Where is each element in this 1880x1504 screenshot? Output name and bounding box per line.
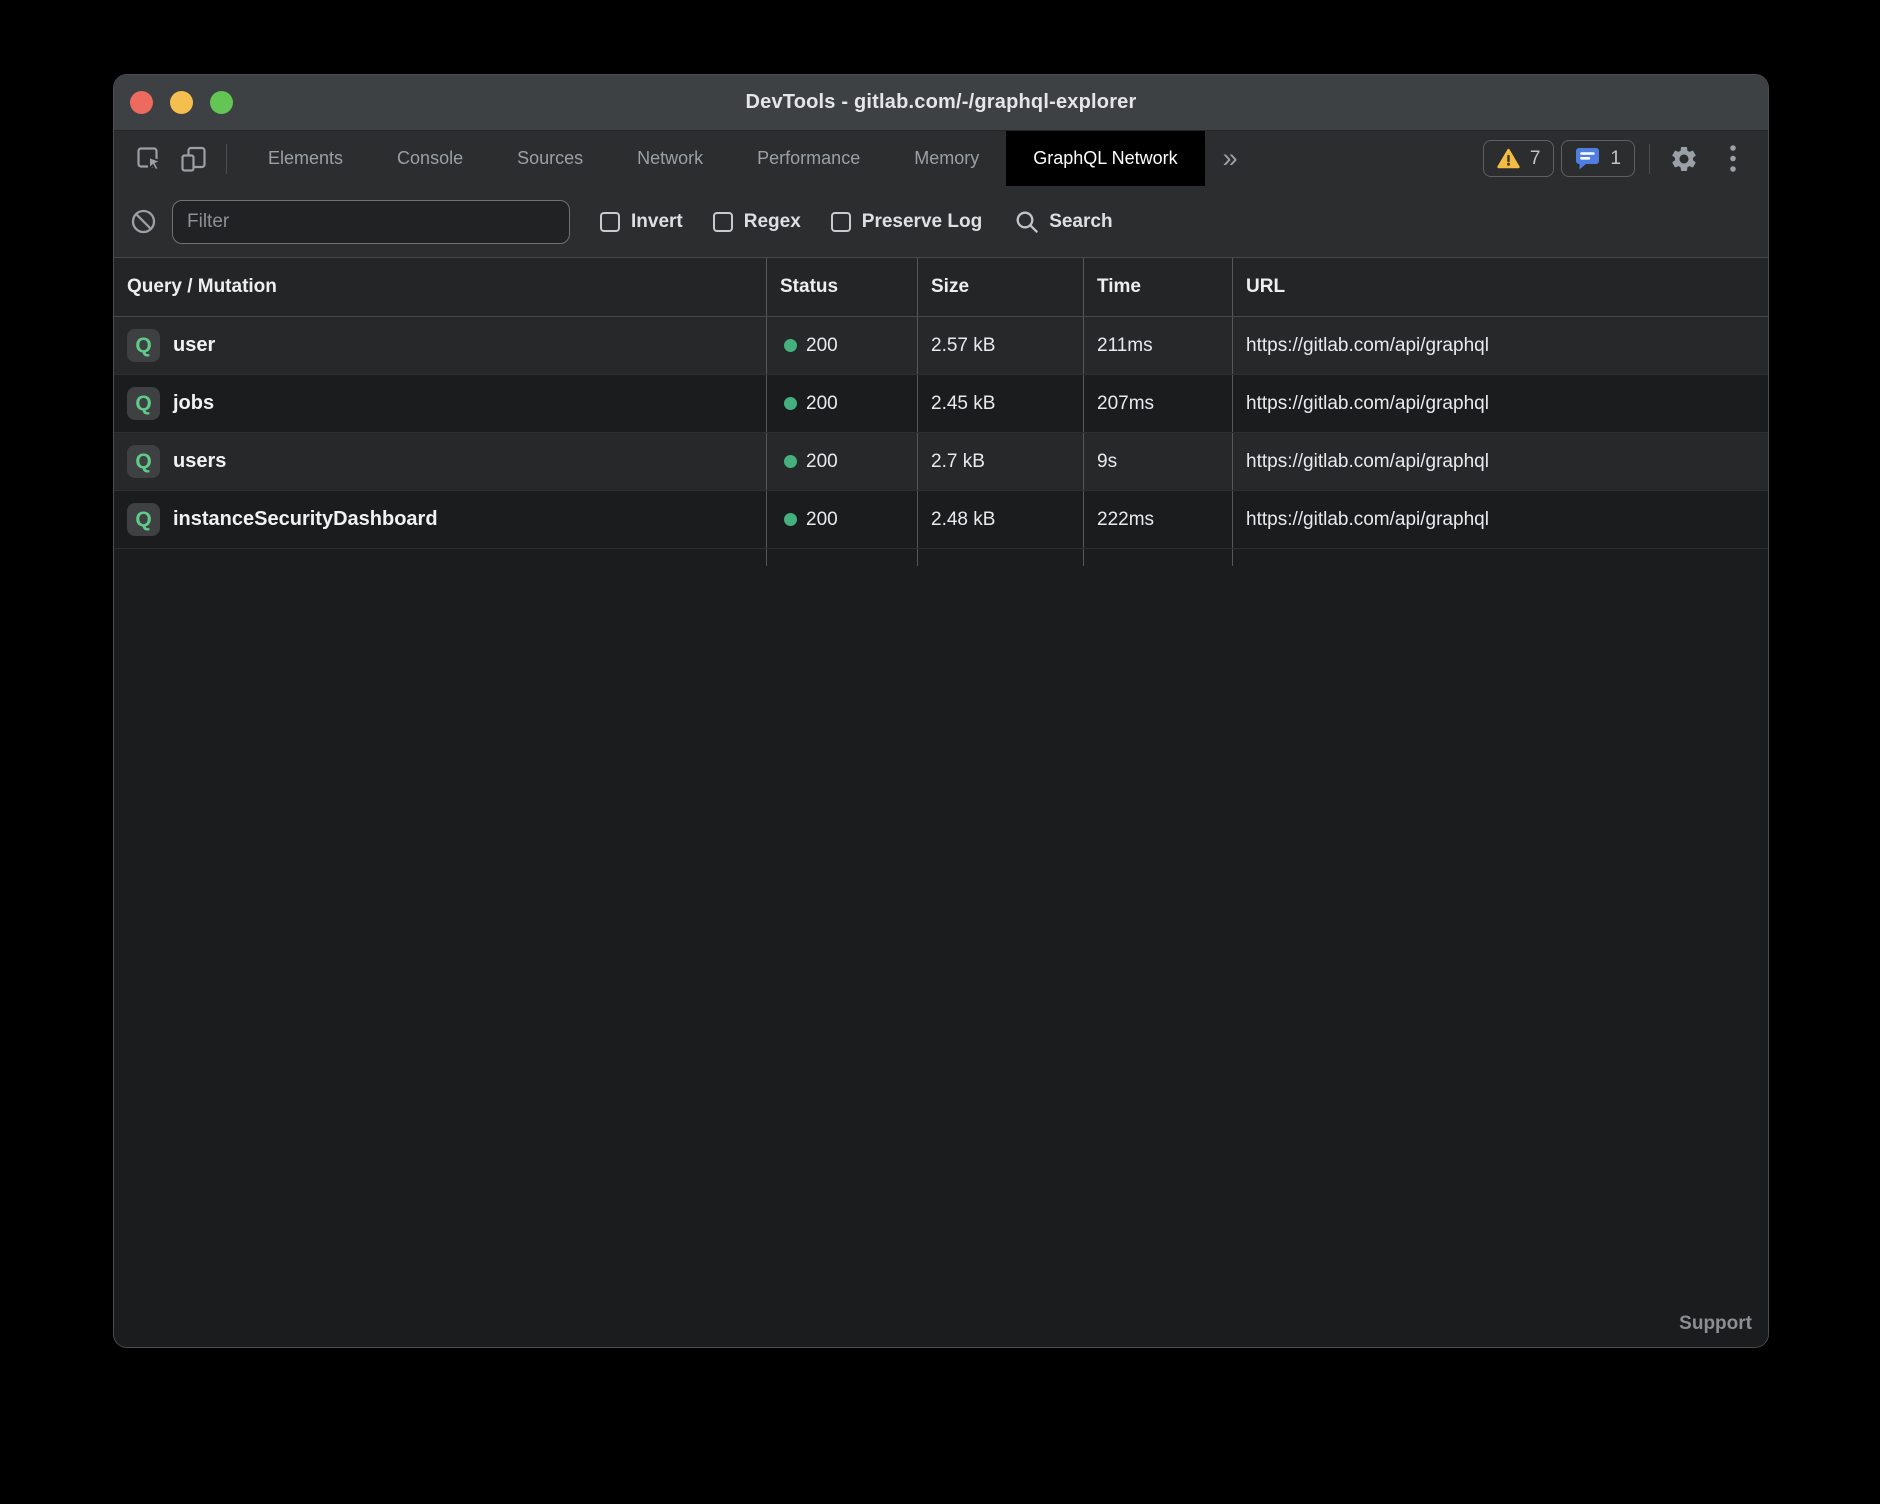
column-header-size: Size	[917, 258, 1083, 316]
search-icon	[1014, 209, 1040, 235]
query-type-badge: Q	[127, 503, 160, 536]
table-row-jobs[interactable]: Q jobs 200 2.45 kB 207ms https://gitlab.…	[114, 375, 1768, 433]
query-name: user	[173, 334, 215, 357]
toolbar-separator-right	[1649, 144, 1650, 174]
request-url: https://gitlab.com/api/graphql	[1232, 375, 1768, 432]
preserve-log-label: Preserve Log	[862, 211, 982, 233]
tab-console[interactable]: Console	[370, 131, 490, 186]
time-value: 9s	[1083, 433, 1232, 490]
toolbar-separator	[226, 144, 227, 174]
message-bubble-icon	[1575, 147, 1600, 170]
support-link[interactable]: Support	[1679, 1313, 1752, 1335]
issues-badge[interactable]: 1	[1561, 140, 1635, 177]
filter-toolbar: Invert Regex Preserve Log Search	[114, 186, 1768, 257]
size-value: 2.57 kB	[917, 317, 1083, 374]
regex-label: Regex	[744, 211, 801, 233]
request-url: https://gitlab.com/api/graphql	[1232, 317, 1768, 374]
devtools-toolbar: Elements Console Sources Network Perform…	[114, 131, 1768, 186]
status-code: 200	[806, 393, 838, 415]
zoom-window-button[interactable]	[210, 91, 233, 114]
invert-checkbox-group[interactable]: Invert	[600, 211, 683, 233]
status-code: 200	[806, 451, 838, 473]
tab-performance[interactable]: Performance	[730, 131, 887, 186]
query-type-badge: Q	[127, 329, 160, 362]
tab-memory[interactable]: Memory	[887, 131, 1006, 186]
window-titlebar: DevTools - gitlab.com/-/graphql-explorer	[114, 75, 1768, 131]
tab-network[interactable]: Network	[610, 131, 730, 186]
table-row-user[interactable]: Q user 200 2.57 kB 211ms https://gitlab.…	[114, 317, 1768, 375]
settings-button[interactable]	[1664, 139, 1704, 179]
warnings-badge[interactable]: 7	[1483, 140, 1555, 177]
query-name: users	[173, 450, 226, 473]
more-options-button[interactable]	[1720, 139, 1746, 179]
tab-elements[interactable]: Elements	[241, 131, 370, 186]
panel-tabs: Elements Console Sources Network Perform…	[241, 131, 1256, 186]
devtools-window: DevTools - gitlab.com/-/graphql-explorer…	[113, 74, 1769, 1348]
invert-checkbox[interactable]	[600, 212, 620, 232]
time-value: 207ms	[1083, 375, 1232, 432]
status-ok-dot	[784, 397, 797, 410]
gear-icon	[1669, 144, 1699, 174]
table-header: Query / Mutation Status Size Time URL	[114, 257, 1768, 317]
size-value: 2.48 kB	[917, 491, 1083, 548]
column-header-url: URL	[1232, 258, 1768, 316]
time-value: 211ms	[1083, 317, 1232, 374]
device-toolbar-icon	[179, 144, 209, 174]
time-value: 222ms	[1083, 491, 1232, 548]
column-header-status: Status	[766, 258, 917, 316]
tab-graphql-network[interactable]: GraphQL Network	[1006, 131, 1204, 186]
device-toolbar-button[interactable]	[176, 139, 212, 179]
issues-count: 1	[1610, 148, 1621, 170]
search-button[interactable]: Search	[1014, 209, 1112, 235]
status-ok-dot	[784, 455, 797, 468]
window-title: DevTools - gitlab.com/-/graphql-explorer	[745, 91, 1136, 114]
clear-requests-button[interactable]	[126, 202, 160, 242]
tab-sources[interactable]: Sources	[490, 131, 610, 186]
preserve-log-checkbox[interactable]	[831, 212, 851, 232]
regex-checkbox-group[interactable]: Regex	[713, 211, 801, 233]
block-icon	[130, 208, 157, 235]
desktop-background: DevTools - gitlab.com/-/graphql-explorer…	[0, 0, 1880, 1504]
column-header-query-mutation: Query / Mutation	[114, 258, 766, 316]
column-divider-stub	[114, 549, 1768, 566]
kebab-menu-icon	[1728, 143, 1738, 175]
warning-triangle-icon	[1497, 148, 1520, 169]
status-code: 200	[806, 335, 838, 357]
size-value: 2.7 kB	[917, 433, 1083, 490]
more-tabs-button[interactable]: »	[1205, 131, 1256, 186]
table-row-instance-security-dashboard[interactable]: Q instanceSecurityDashboard 200 2.48 kB …	[114, 491, 1768, 549]
table-row-users[interactable]: Q users 200 2.7 kB 9s https://gitlab.com…	[114, 433, 1768, 491]
size-value: 2.45 kB	[917, 375, 1083, 432]
invert-label: Invert	[631, 211, 683, 233]
search-label: Search	[1049, 211, 1112, 233]
inspect-cursor-icon	[135, 144, 165, 174]
query-type-badge: Q	[127, 387, 160, 420]
empty-results-area: Support	[114, 566, 1768, 1347]
query-name: instanceSecurityDashboard	[173, 508, 438, 531]
query-name: jobs	[173, 392, 214, 415]
query-type-badge: Q	[127, 445, 160, 478]
status-ok-dot	[784, 339, 797, 352]
preserve-log-checkbox-group[interactable]: Preserve Log	[831, 211, 982, 233]
inspect-element-button[interactable]	[132, 139, 168, 179]
warnings-count: 7	[1530, 148, 1541, 170]
request-url: https://gitlab.com/api/graphql	[1232, 433, 1768, 490]
filter-input[interactable]	[172, 200, 570, 244]
status-code: 200	[806, 509, 838, 531]
column-header-time: Time	[1083, 258, 1232, 316]
minimize-window-button[interactable]	[170, 91, 193, 114]
traffic-lights	[130, 75, 233, 130]
regex-checkbox[interactable]	[713, 212, 733, 232]
close-window-button[interactable]	[130, 91, 153, 114]
status-ok-dot	[784, 513, 797, 526]
request-url: https://gitlab.com/api/graphql	[1232, 491, 1768, 548]
